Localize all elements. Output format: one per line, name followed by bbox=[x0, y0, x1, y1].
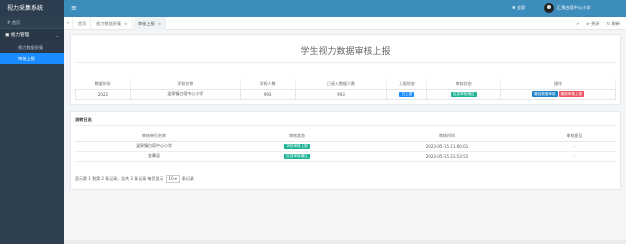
cell-report-status: 已上报 bbox=[386, 88, 428, 100]
cell-students: 993 bbox=[239, 88, 296, 100]
tab-label: 视力数据采集 bbox=[96, 21, 122, 26]
cell-status: 学校审核上报 bbox=[233, 141, 361, 152]
column-header: 上报状态 bbox=[386, 79, 428, 90]
cell-audit-status: 区县审核通过 bbox=[426, 88, 502, 100]
status-badge: 已上报 bbox=[399, 92, 415, 97]
sidebar-group-vision[interactable]: ▣ 视力管理 ⌄ bbox=[0, 29, 64, 42]
cell-entered: 993 bbox=[294, 88, 388, 100]
cell-unit: 金寨县 bbox=[75, 151, 233, 162]
chevron-down-icon: ⌄ bbox=[55, 33, 59, 38]
tab-label: 审核上报 bbox=[138, 21, 155, 26]
sidebar-item-home[interactable]: # 首页 bbox=[0, 17, 64, 29]
divider bbox=[75, 125, 616, 126]
sidebar-item-data-collection[interactable]: 视力数据采集 bbox=[0, 42, 64, 53]
pagination-suffix: 条记录 bbox=[181, 176, 194, 181]
close-tabs-button[interactable]: ⊳ 关闭 bbox=[586, 21, 599, 26]
column-header: 审核意见 bbox=[533, 131, 616, 142]
table-row: 金寨县 区县审核通过 2023-05-15 21:53:55 - bbox=[75, 151, 616, 162]
cell-time: 2023-05-15 11:00:01 bbox=[361, 141, 533, 152]
column-header: 审核状态 bbox=[233, 131, 361, 142]
user-name: 汇报白塔中心小学 bbox=[557, 5, 591, 10]
cell-status: 区县审核通过 bbox=[233, 151, 361, 162]
app-title: 视力采集系统 bbox=[0, 0, 64, 17]
avatar bbox=[544, 3, 554, 13]
refresh-button[interactable]: ↻ 刷新 bbox=[607, 21, 620, 26]
cell-year: 2022 bbox=[75, 88, 131, 100]
log-table: 审核单位名称 审核状态 审核时间 审核意见 温泉镇白塔中心小学 学校审核上报 2… bbox=[75, 131, 616, 162]
sidebar-group-label: ▣ 视力管理 bbox=[5, 33, 30, 38]
table-row: 温泉镇白塔中心小学 学校审核上报 2023-05-15 11:00:01 - bbox=[75, 141, 616, 152]
section-title: 流转日志 bbox=[75, 117, 92, 122]
cell-opinion: - bbox=[533, 141, 616, 152]
table-row: 2022 温泉镇白塔中心小学 993 993 已上报 区县审核通过 撤回数据审核… bbox=[75, 88, 616, 100]
tab-home[interactable]: 首页 bbox=[74, 17, 92, 30]
cell-unit: 温泉镇白塔中心小学 bbox=[75, 141, 233, 152]
status-badge: 学校审核上报 bbox=[284, 144, 310, 149]
topbar: ≡ ✖ 全屏 汇报白塔中心小学 bbox=[64, 0, 626, 17]
tabs-next-icon[interactable]: » bbox=[576, 21, 579, 26]
column-header: 操作 bbox=[500, 79, 616, 90]
report-table: 数据年份 学校名称 学校人数 已录入数据人数 上报状态 审核状态 操作 2022… bbox=[75, 79, 616, 100]
column-header: 审核时间 bbox=[361, 131, 533, 142]
pagination-info: 显示第 1 到第 2 条记录，总共 2 条记录 每页显示 10 ▾ 条记录 bbox=[75, 175, 194, 183]
column-header: 已录入数据人数 bbox=[295, 79, 388, 90]
user-menu[interactable]: 汇报白塔中心小学 bbox=[544, 3, 591, 13]
log-panel: 流转日志 审核单位名称 审核状态 审核时间 审核意见 温泉镇白塔中心小学 学校审… bbox=[70, 111, 621, 190]
status-badge: 区县审核通过 bbox=[284, 154, 310, 159]
menu-toggle-icon[interactable]: ≡ bbox=[71, 4, 77, 12]
sidebar: 视力采集系统 # 首页 ▣ 视力管理 ⌄ 视力数据采集 审核上报 bbox=[0, 0, 64, 244]
column-header: 学校名称 bbox=[130, 79, 241, 90]
column-header: 审核状态 bbox=[426, 79, 502, 90]
withdraw-audit-button[interactable]: 撤回数据审核 bbox=[532, 91, 558, 97]
divider bbox=[75, 62, 616, 63]
fullscreen-button[interactable]: ✖ 全屏 bbox=[512, 5, 525, 11]
revoke-report-button[interactable]: 撤销审核上报 bbox=[558, 91, 585, 97]
close-icon[interactable]: ⊗ bbox=[124, 21, 127, 26]
cell-actions: 撤回数据审核 撤销审核上报 bbox=[500, 88, 616, 100]
page-title: 学生视力数据审核上报 bbox=[300, 47, 391, 57]
tabs-prev-icon[interactable]: « bbox=[64, 17, 73, 30]
tab-audit-report[interactable]: 审核上报 ⊗ bbox=[134, 17, 167, 30]
cell-time: 2023-05-15 21:53:55 bbox=[361, 151, 533, 162]
tabs-bar: « 首页 视力数据采集 ⊗ 审核上报 ⊗ » ⊳ 关闭 ↻ 刷新 bbox=[64, 17, 626, 30]
footer bbox=[64, 240, 626, 244]
cell-opinion: - bbox=[533, 151, 616, 162]
sidebar-item-audit-report[interactable]: 审核上报 bbox=[0, 53, 64, 64]
column-header: 学校人数 bbox=[240, 79, 296, 90]
column-header: 数据年份 bbox=[75, 79, 131, 90]
page-size-select[interactable]: 10 ▾ bbox=[165, 175, 180, 183]
tab-data-collection[interactable]: 视力数据采集 ⊗ bbox=[92, 17, 133, 30]
cell-school: 温泉镇白塔中心小学 bbox=[129, 88, 241, 100]
close-icon[interactable]: ⊗ bbox=[158, 21, 161, 26]
report-panel: 学生视力数据审核上报 数据年份 学校名称 学校人数 已录入数据人数 上报状态 审… bbox=[70, 34, 621, 105]
tab-tools: » ⊳ 关闭 ↻ 刷新 bbox=[570, 17, 620, 30]
pagination-text: 显示第 1 到第 2 条记录，总共 2 条记录 每页显示 bbox=[75, 176, 164, 181]
column-header: 审核单位名称 bbox=[75, 131, 233, 142]
status-badge: 区县审核通过 bbox=[450, 92, 477, 97]
